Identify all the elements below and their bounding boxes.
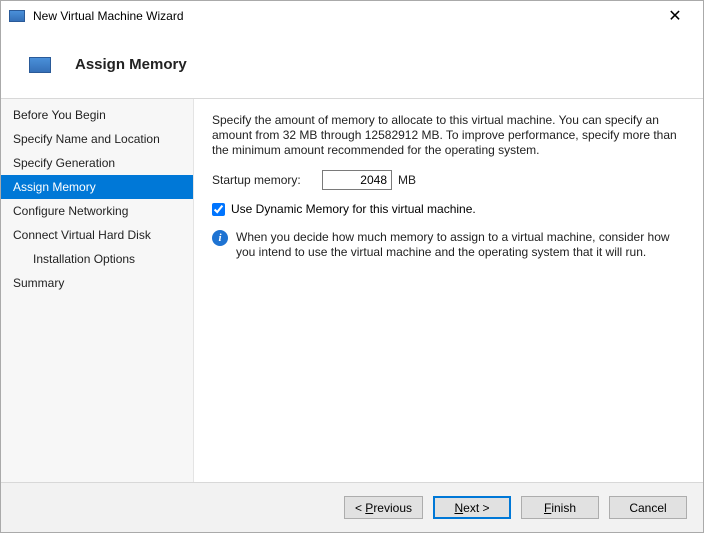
wizard-icon [29,57,51,73]
dynamic-memory-label: Use Dynamic Memory for this virtual mach… [231,202,476,216]
info-row: i When you decide how much memory to ass… [212,230,685,260]
footer: < Previous Next > Finish Cancel [1,483,703,532]
window-title: New Virtual Machine Wizard [33,9,655,23]
close-button[interactable]: ✕ [655,6,695,26]
page-title: Assign Memory [75,56,187,73]
sidebar-item-connect-vhd[interactable]: Connect Virtual Hard Disk [1,223,193,247]
sidebar-item-configure-networking[interactable]: Configure Networking [1,199,193,223]
header-band: Assign Memory [1,31,703,99]
content-pane: Specify the amount of memory to allocate… [194,99,703,482]
sidebar-item-summary[interactable]: Summary [1,271,193,295]
startup-memory-row: Startup memory: MB [212,170,685,190]
sidebar-item-specify-name[interactable]: Specify Name and Location [1,127,193,151]
sidebar: Before You Begin Specify Name and Locati… [1,99,194,482]
next-button[interactable]: Next > [433,496,511,519]
finish-button[interactable]: Finish [521,496,599,519]
dynamic-memory-row[interactable]: Use Dynamic Memory for this virtual mach… [212,202,685,216]
previous-button[interactable]: < Previous [344,496,423,519]
info-text: When you decide how much memory to assig… [236,230,685,260]
titlebar: New Virtual Machine Wizard ✕ [1,1,703,31]
description-text: Specify the amount of memory to allocate… [212,113,685,158]
startup-memory-unit: MB [398,173,416,187]
startup-memory-label: Startup memory: [212,173,322,187]
wizard-body: Before You Begin Specify Name and Locati… [1,99,703,483]
info-icon: i [212,230,228,246]
app-icon [9,10,25,22]
dynamic-memory-checkbox[interactable] [212,203,225,216]
sidebar-item-installation-options[interactable]: Installation Options [1,247,193,271]
sidebar-item-before-you-begin[interactable]: Before You Begin [1,103,193,127]
startup-memory-input[interactable] [322,170,392,190]
sidebar-item-assign-memory[interactable]: Assign Memory [1,175,193,199]
cancel-button[interactable]: Cancel [609,496,687,519]
sidebar-item-specify-generation[interactable]: Specify Generation [1,151,193,175]
